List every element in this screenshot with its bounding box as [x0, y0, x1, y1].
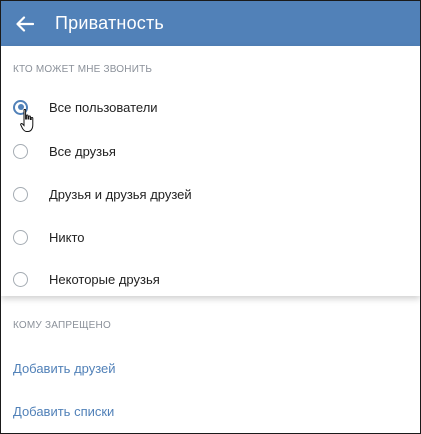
option-some-friends[interactable]: Некоторые друзья: [1, 258, 420, 300]
forbidden-section: КОМУ ЗАПРЕЩЕНО Добавить друзей Добавить …: [1, 296, 420, 433]
option-all-users[interactable]: Все пользователи: [1, 86, 420, 128]
app-header: Приватность: [1, 1, 420, 46]
page-title: Приватность: [55, 13, 164, 33]
section-label-forbidden: КОМУ ЗАПРЕЩЕНО: [13, 320, 111, 331]
mouse-pointer-icon: [20, 109, 34, 132]
radio-unselected[interactable]: [13, 143, 28, 159]
option-label: Все друзья: [49, 143, 116, 159]
radio-unselected[interactable]: [13, 229, 28, 245]
option-label: Все пользователи: [49, 99, 158, 115]
arrow-left-icon: [16, 15, 34, 32]
radio-unselected[interactable]: [13, 271, 28, 287]
option-label: Некоторые друзья: [49, 271, 160, 287]
add-friends-link[interactable]: Добавить друзей: [13, 361, 116, 376]
section-label-who-can-call: КТО МОЖЕТ МНЕ ЗВОНИТЬ: [13, 64, 153, 75]
option-label: Никто: [49, 229, 85, 245]
add-lists-link[interactable]: Добавить списки: [13, 404, 114, 419]
option-friends-of-friends[interactable]: Друзья и друзья друзей: [1, 173, 420, 215]
option-label: Друзья и друзья друзей: [49, 186, 192, 202]
option-nobody[interactable]: Никто: [1, 216, 420, 258]
back-button[interactable]: [3, 1, 47, 46]
radio-unselected[interactable]: [13, 186, 28, 202]
call-privacy-card: КТО МОЖЕТ МНЕ ЗВОНИТЬ Все пользователи В…: [1, 46, 420, 296]
privacy-screen: Приватность КТО МОЖЕТ МНЕ ЗВОНИТЬ Все по…: [0, 0, 421, 434]
option-all-friends[interactable]: Все друзья: [1, 130, 420, 172]
